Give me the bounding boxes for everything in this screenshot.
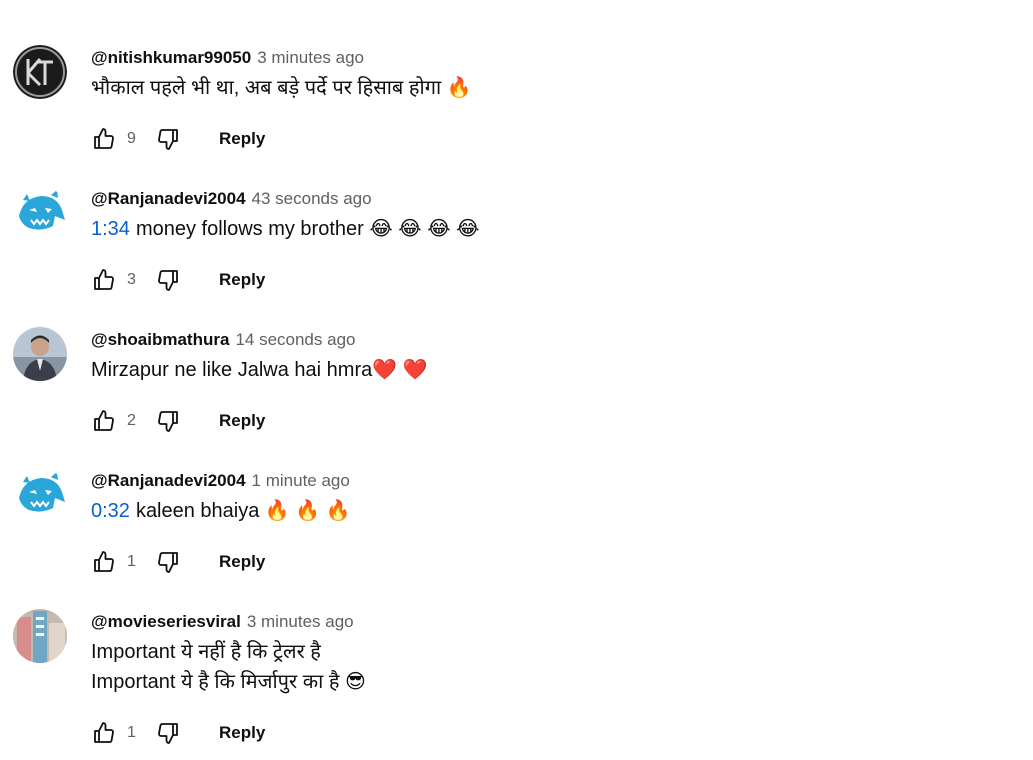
comment-text: Important ये नहीं है कि ट्रेलर है Import… xyxy=(91,637,366,697)
author-name[interactable]: @Ranjanadevi2004 xyxy=(91,189,246,208)
comment-text: 0:32 kaleen bhaiya 🔥 🔥 🔥 xyxy=(91,496,351,526)
comment-header: @shoaibmathura 14 seconds ago xyxy=(91,330,355,350)
comment-header: @nitishkumar99050 3 minutes ago xyxy=(91,48,364,68)
reply-button[interactable]: Reply xyxy=(219,129,265,149)
dislike-button[interactable] xyxy=(155,267,181,293)
person-avatar xyxy=(13,327,67,381)
comment-text: भौकाल पहले भी था, अब बड़े पर्दे पर हिसाब… xyxy=(91,73,472,103)
like-count: 9 xyxy=(127,130,136,147)
comment-line: Important ये नहीं है कि ट्रेलर है xyxy=(91,641,321,663)
comment-line: 1:34 money follows my brother 😂 😂 😂 😂 xyxy=(91,214,480,244)
timestamp-link[interactable]: 1:34 xyxy=(91,218,130,240)
comment-actions: 1 Reply xyxy=(91,718,265,748)
dislike-button[interactable] xyxy=(155,126,181,152)
beast-avatar xyxy=(13,186,67,240)
building-avatar xyxy=(13,609,67,663)
like-count: 1 xyxy=(127,724,136,741)
author-name[interactable]: @movieseriesviral xyxy=(91,612,241,631)
avatar[interactable] xyxy=(13,45,67,99)
thumbs-up-icon xyxy=(94,269,114,290)
comment-time[interactable]: 43 seconds ago xyxy=(252,189,372,208)
author-name[interactable]: @shoaibmathura xyxy=(91,330,229,349)
like-button[interactable] xyxy=(91,549,117,575)
timestamp-link[interactable]: 0:32 xyxy=(91,500,130,522)
like-button[interactable] xyxy=(91,408,117,434)
comment-header: @Ranjanadevi2004 43 seconds ago xyxy=(91,189,372,209)
comment-line: भौकाल पहले भी था, अब बड़े पर्दे पर हिसाब… xyxy=(91,77,472,99)
avatar[interactable] xyxy=(13,468,67,522)
comment-actions: 1 Reply xyxy=(91,547,265,577)
thumbs-down-icon xyxy=(158,723,178,744)
reply-button[interactable]: Reply xyxy=(219,552,265,572)
comment-actions: 9 Reply xyxy=(91,124,265,154)
dislike-button[interactable] xyxy=(155,720,181,746)
reply-button[interactable]: Reply xyxy=(219,270,265,290)
comment-body: money follows my brother 😂 😂 😂 😂 xyxy=(135,218,480,240)
thumbs-down-icon xyxy=(158,552,178,573)
author-name[interactable]: @Ranjanadevi2004 xyxy=(91,471,246,490)
comment-text: Mirzapur ne like Jalwa hai hmra❤️ ❤️ xyxy=(91,355,428,385)
beast-avatar xyxy=(13,468,67,522)
dislike-button[interactable] xyxy=(155,408,181,434)
comment-time[interactable]: 3 minutes ago xyxy=(257,48,364,67)
comment-line: Important ये है कि मिर्जापुर का है 😎 xyxy=(91,671,366,693)
comment-header: @Ranjanadevi2004 1 minute ago xyxy=(91,471,350,491)
comment-header: @movieseriesviral 3 minutes ago xyxy=(91,612,354,632)
comment-line: Mirzapur ne like Jalwa hai hmra❤️ ❤️ xyxy=(91,359,428,381)
thumbs-down-icon xyxy=(158,411,178,432)
comment-actions: 3 Reply xyxy=(91,265,265,295)
comment-line: 0:32 kaleen bhaiya 🔥 🔥 🔥 xyxy=(91,496,351,526)
kt-logo-avatar xyxy=(13,45,67,99)
thumbs-up-icon xyxy=(94,551,114,572)
author-name[interactable]: @nitishkumar99050 xyxy=(91,48,251,67)
avatar[interactable] xyxy=(13,186,67,240)
like-button[interactable] xyxy=(91,267,117,293)
reply-button[interactable]: Reply xyxy=(219,411,265,431)
thumbs-down-icon xyxy=(158,270,178,291)
comment-actions: 2 Reply xyxy=(91,406,265,436)
like-button[interactable] xyxy=(91,720,117,746)
comment-text: 1:34 money follows my brother 😂 😂 😂 😂 xyxy=(91,214,480,244)
like-count: 1 xyxy=(127,553,136,570)
like-count: 3 xyxy=(127,271,136,288)
comment-time[interactable]: 1 minute ago xyxy=(252,471,350,490)
reply-button[interactable]: Reply xyxy=(219,723,265,743)
thumbs-up-icon xyxy=(94,410,114,431)
comment-body: kaleen bhaiya 🔥 🔥 🔥 xyxy=(135,500,351,522)
thumbs-up-icon xyxy=(94,128,114,149)
avatar[interactable] xyxy=(13,327,67,381)
avatar[interactable] xyxy=(13,609,67,663)
dislike-button[interactable] xyxy=(155,549,181,575)
thumbs-down-icon xyxy=(158,129,178,150)
thumbs-up-icon xyxy=(94,722,114,743)
comment-time[interactable]: 3 minutes ago xyxy=(247,612,354,631)
like-count: 2 xyxy=(127,412,136,429)
like-button[interactable] xyxy=(91,126,117,152)
comment-time[interactable]: 14 seconds ago xyxy=(235,330,355,349)
